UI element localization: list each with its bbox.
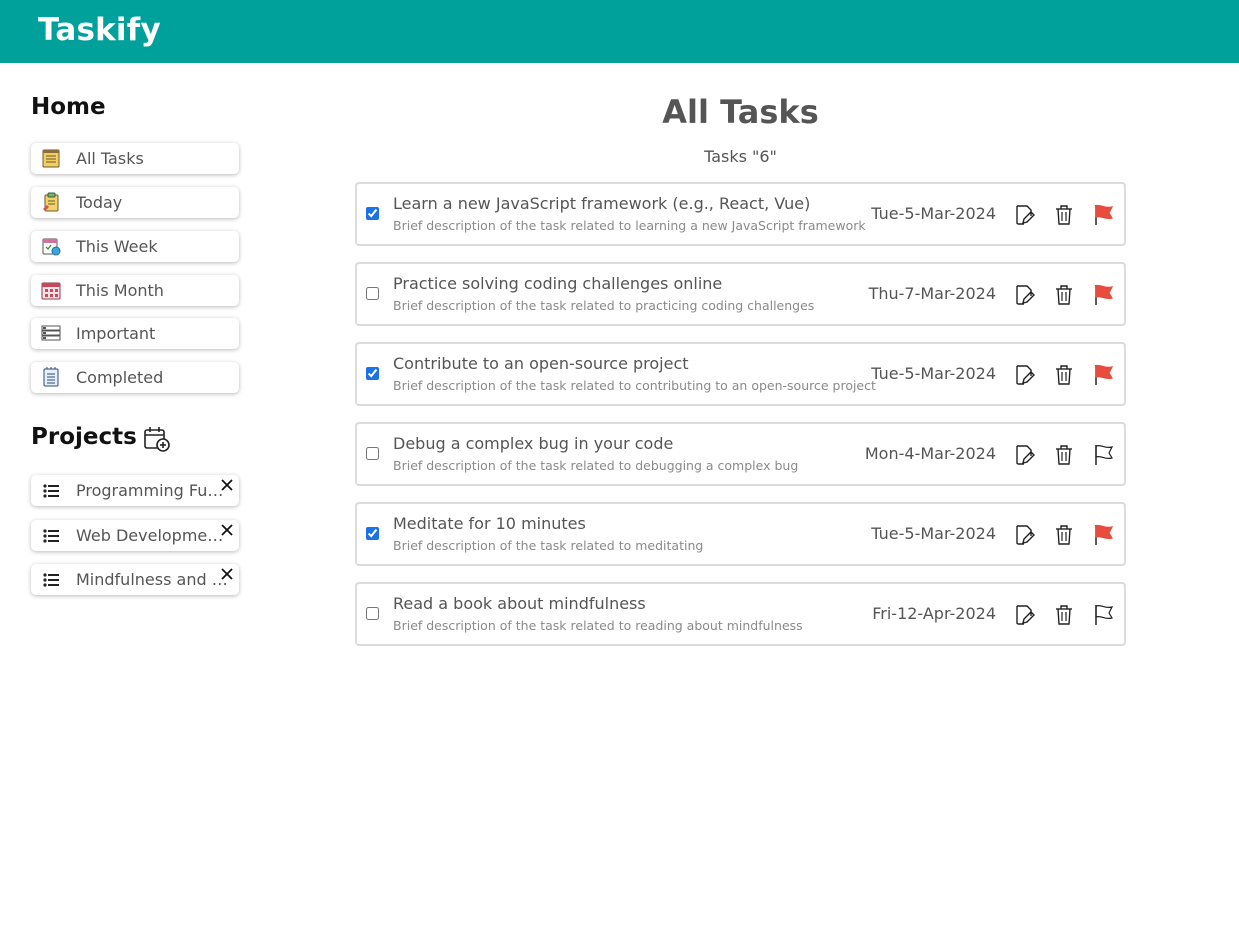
- close-icon[interactable]: [220, 523, 234, 537]
- nav-label: Completed: [76, 368, 164, 387]
- edit-icon[interactable]: [1012, 443, 1036, 467]
- nav-this-month[interactable]: This Month: [31, 275, 239, 306]
- trash-icon[interactable]: [1052, 363, 1076, 387]
- nav-completed[interactable]: Completed: [31, 362, 239, 393]
- nav-important[interactable]: Important: [31, 318, 239, 349]
- flag-icon[interactable]: [1092, 523, 1116, 547]
- task-count: Tasks "6": [704, 147, 777, 166]
- task-date: Tue-5-Mar-2024: [871, 204, 996, 223]
- task-title: Meditate for 10 minutes: [393, 514, 586, 533]
- project-label: Web Development Projects: [76, 526, 228, 545]
- clipboard-icon: [43, 192, 59, 212]
- flag-icon[interactable]: [1092, 443, 1116, 467]
- nav-label: This Month: [76, 281, 164, 300]
- task-card: Practice solving coding challenges onlin…: [355, 262, 1126, 326]
- task-checkbox[interactable]: [366, 287, 379, 300]
- task-card: Contribute to an open-source project Bri…: [355, 342, 1126, 406]
- project-item[interactable]: Web Development Projects: [31, 520, 239, 551]
- checklist-icon: [43, 367, 59, 387]
- flag-icon[interactable]: [1092, 203, 1116, 227]
- task-checkbox[interactable]: [366, 207, 379, 220]
- task-checkbox[interactable]: [366, 607, 379, 620]
- app-title: Taskify: [38, 12, 161, 48]
- task-card: Learn a new JavaScript framework (e.g., …: [355, 182, 1126, 246]
- task-date: Tue-5-Mar-2024: [871, 364, 996, 383]
- task-date: Fri-12-Apr-2024: [872, 604, 996, 623]
- task-description: Brief description of the task related to…: [393, 618, 803, 633]
- nav-label: Today: [76, 193, 123, 212]
- trash-icon[interactable]: [1052, 203, 1076, 227]
- important-list-icon: [41, 325, 61, 341]
- week-calendar-icon: [42, 238, 61, 256]
- trash-icon[interactable]: [1052, 603, 1076, 627]
- task-title: Practice solving coding challenges onlin…: [393, 274, 723, 293]
- trash-icon[interactable]: [1052, 443, 1076, 467]
- task-date: Mon-4-Mar-2024: [864, 444, 996, 463]
- list-icon: [43, 529, 59, 543]
- nav-label: This Week: [76, 237, 158, 256]
- trash-icon[interactable]: [1052, 523, 1076, 547]
- list-icon: [43, 573, 59, 587]
- nav-label: All Tasks: [76, 149, 144, 168]
- task-description: Brief description of the task related to…: [393, 378, 876, 393]
- projects-heading: Projects: [31, 424, 137, 450]
- task-card: Debug a complex bug in your code Brief d…: [355, 422, 1126, 486]
- nav-all-tasks[interactable]: All Tasks: [31, 143, 239, 174]
- project-label: Programming Fundamentals: [76, 481, 228, 500]
- task-date: Tue-5-Mar-2024: [871, 524, 996, 543]
- task-title: Read a book about mindfulness: [393, 594, 646, 613]
- page-title: All Tasks: [662, 93, 819, 131]
- project-item[interactable]: Programming Fundamentals: [31, 475, 239, 506]
- task-checkbox[interactable]: [366, 367, 379, 380]
- task-description: Brief description of the task related to…: [393, 458, 799, 473]
- nav-this-week[interactable]: This Week: [31, 231, 239, 262]
- close-icon[interactable]: [220, 567, 234, 581]
- trash-icon[interactable]: [1052, 283, 1076, 307]
- task-title: Learn a new JavaScript framework (e.g., …: [393, 194, 811, 213]
- flag-icon[interactable]: [1092, 283, 1116, 307]
- nav-today[interactable]: Today: [31, 187, 239, 218]
- flag-icon[interactable]: [1092, 363, 1116, 387]
- calendar-plus-icon[interactable]: [143, 425, 171, 453]
- edit-icon[interactable]: [1012, 363, 1036, 387]
- nav-label: Important: [76, 324, 156, 343]
- task-description: Brief description of the task related to…: [393, 298, 815, 313]
- task-description: Brief description of the task related to…: [393, 218, 866, 233]
- task-card: Read a book about mindfulness Brief desc…: [355, 582, 1126, 646]
- task-title: Contribute to an open-source project: [393, 354, 689, 373]
- edit-icon[interactable]: [1012, 283, 1036, 307]
- task-card: Meditate for 10 minutes Brief descriptio…: [355, 502, 1126, 566]
- edit-icon[interactable]: [1012, 523, 1036, 547]
- project-label: Mindfulness and Meditation: [76, 570, 228, 589]
- edit-icon[interactable]: [1012, 203, 1036, 227]
- list-icon: [43, 484, 59, 498]
- task-date: Thu-7-Mar-2024: [868, 284, 996, 303]
- notepad-icon: [42, 149, 60, 168]
- edit-icon[interactable]: [1012, 603, 1036, 627]
- task-checkbox[interactable]: [366, 447, 379, 460]
- task-description: Brief description of the task related to…: [393, 538, 704, 553]
- app-header: Taskify: [0, 0, 1239, 63]
- close-icon[interactable]: [220, 478, 234, 492]
- month-calendar-icon: [41, 282, 61, 300]
- project-item[interactable]: Mindfulness and Meditation: [31, 564, 239, 595]
- home-heading: Home: [31, 94, 106, 120]
- flag-icon[interactable]: [1092, 603, 1116, 627]
- task-checkbox[interactable]: [366, 527, 379, 540]
- task-title: Debug a complex bug in your code: [393, 434, 674, 453]
